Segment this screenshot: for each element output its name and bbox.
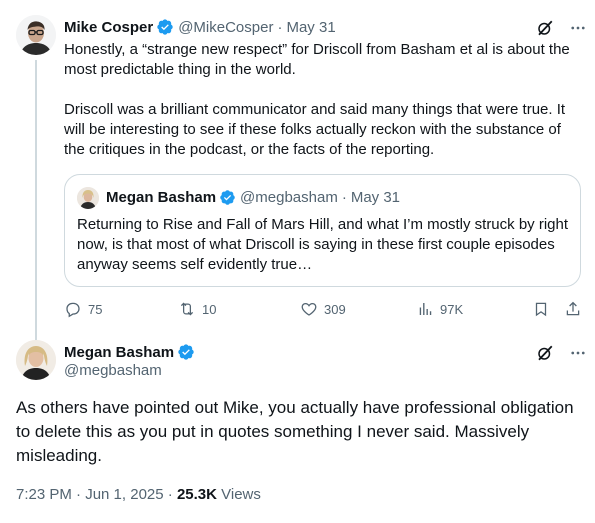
- quote-author-name: Megan Basham: [106, 189, 217, 206]
- avatar[interactable]: [16, 15, 56, 55]
- views-count: 97K: [440, 301, 464, 317]
- tweet-header: Megan Basham @megbasham: [64, 343, 195, 379]
- tweet-actions: [535, 18, 588, 38]
- quote-date: May 31: [350, 189, 401, 206]
- views-icon: [419, 303, 432, 315]
- avatar-image: [16, 340, 56, 380]
- author-handle[interactable]: @megbasham: [64, 362, 195, 379]
- quote-author-handle: @megbasham: [240, 189, 338, 206]
- quoted-tweet[interactable]: Megan Basham @megbasham · May 31 Returni…: [64, 174, 581, 287]
- views-count: 25.3K: [176, 486, 217, 503]
- more-icon[interactable]: [568, 18, 588, 38]
- repost-icon: [180, 302, 194, 316]
- tweet-text: Honestly, a “strange new respect” for Dr…: [64, 40, 579, 180]
- thread-line: [35, 60, 37, 341]
- grok-icon[interactable]: [535, 343, 555, 363]
- verified-icon: [156, 18, 174, 36]
- grok-icon[interactable]: [535, 18, 555, 38]
- more-icon[interactable]: [568, 343, 588, 363]
- reply-button[interactable]: 75: [64, 298, 102, 320]
- tweet-header: Mike Cosper @MikeCosper · May 31: [64, 18, 336, 36]
- separator-dot: ·: [341, 189, 347, 206]
- tweet-meta: 7:23 PM · Jun 1, 2025 · 25.3K Views: [16, 486, 261, 503]
- author-handle[interactable]: @MikeCosper: [178, 19, 273, 36]
- repost-button[interactable]: 10: [178, 298, 216, 320]
- like-icon: [301, 302, 317, 316]
- tweet-mike-cosper[interactable]: Mike Cosper @MikeCosper · May 31 Honestl…: [0, 0, 595, 341]
- views-label: Views: [221, 486, 261, 503]
- author-name[interactable]: Mike Cosper: [64, 19, 153, 36]
- reply-icon: [66, 302, 80, 318]
- tweet-paragraph: Driscoll was a brilliant communicator an…: [64, 101, 566, 158]
- quote-text: Returning to Rise and Fall of Mars Hill,…: [77, 216, 569, 273]
- bookmark-icon: [535, 302, 547, 317]
- verified-icon: [219, 189, 236, 206]
- bookmark-button[interactable]: [532, 298, 550, 320]
- tweet-date[interactable]: May 31: [286, 19, 335, 36]
- like-button[interactable]: 309: [300, 298, 346, 320]
- quote-avatar: [77, 187, 99, 209]
- engagement-bar: 75 10 309 97K: [64, 298, 581, 322]
- like-count: 309: [324, 301, 346, 317]
- tweet-text: As others have pointed out Mike, you act…: [16, 398, 574, 465]
- tweet-timestamp[interactable]: 7:23 PM · Jun 1, 2025: [16, 486, 164, 503]
- avatar[interactable]: [16, 340, 56, 380]
- reply-count: 75: [88, 301, 103, 317]
- separator-dot: ·: [277, 18, 283, 36]
- quote-header: Megan Basham @megbasham · May 31: [106, 189, 400, 206]
- tweet-paragraph: Honestly, a “strange new respect” for Dr…: [64, 41, 570, 78]
- views-button[interactable]: 97K: [416, 298, 463, 320]
- separator-dot: ·: [167, 486, 173, 503]
- tweet-actions: [535, 343, 588, 363]
- repost-count: 10: [202, 301, 217, 317]
- avatar-image: [16, 15, 56, 55]
- verified-icon: [177, 343, 195, 361]
- share-icon: [566, 301, 580, 316]
- author-name[interactable]: Megan Basham: [64, 344, 174, 361]
- share-button[interactable]: [564, 298, 582, 320]
